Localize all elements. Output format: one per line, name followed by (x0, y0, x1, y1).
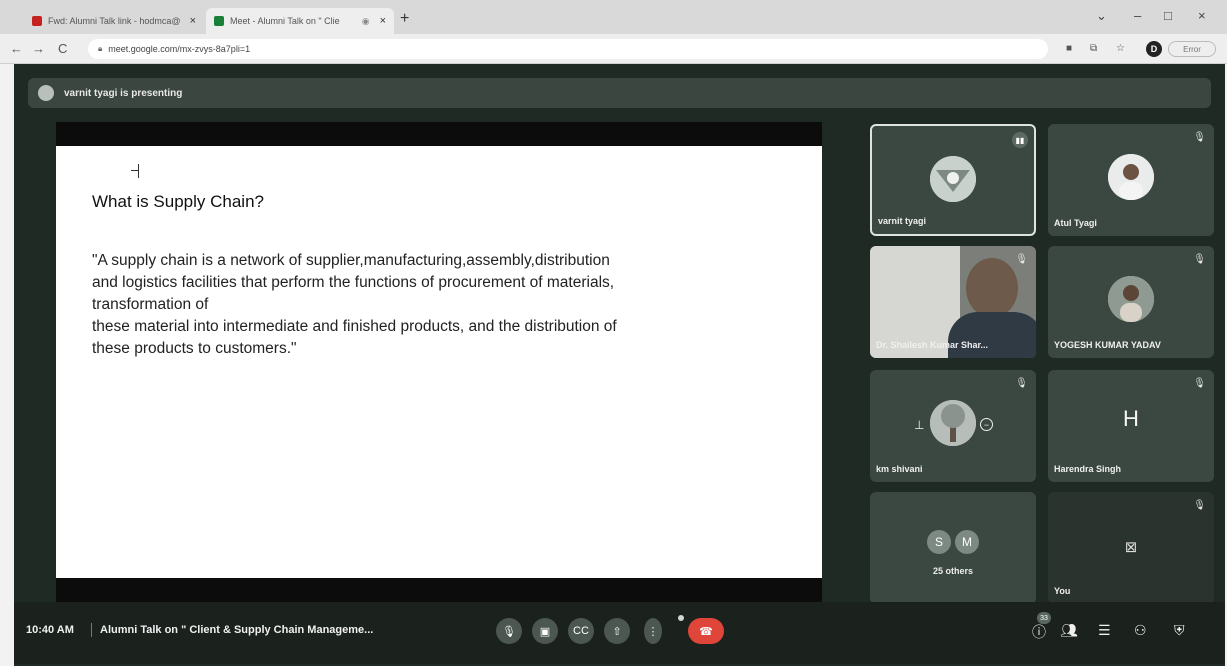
participant-tile-shailesh[interactable]: 🎙︎ Dr. Shailesh Kumar Shar... (870, 246, 1036, 358)
gmail-favicon-icon (32, 16, 42, 26)
presentation-stage[interactable]: What is Supply Chain? "A supply chain is… (56, 122, 822, 602)
presenter-avatar (38, 85, 54, 101)
mic-off-icon: 🎙︎ (1193, 132, 1206, 143)
participant-tile-harendra[interactable]: H 🎙︎ Harendra Singh (1048, 370, 1214, 482)
meet-window: varnit tyagi is presenting What is Suppl… (14, 64, 1225, 666)
divider (91, 623, 92, 637)
recording-indicator-icon: ◉ (361, 15, 370, 26)
participant-name: km shivani (876, 464, 923, 474)
key-icon[interactable]: ■ (1066, 43, 1072, 54)
browser-tab-meet[interactable]: Meet - Alumni Talk on " Clie ◉ × (206, 8, 394, 34)
avatar (1108, 154, 1154, 200)
tab-close-icon[interactable]: × (190, 15, 196, 27)
others-count: 25 others (932, 566, 974, 576)
meet-favicon-icon (214, 16, 224, 26)
avatar: M (955, 530, 979, 554)
presenting-banner: varnit tyagi is presenting (28, 78, 1211, 108)
lock-icon: 🔒︎ (98, 44, 103, 53)
avatar (930, 156, 976, 202)
pin-icon[interactable]: ⊥ (914, 418, 924, 432)
close-window-button[interactable]: × (1198, 8, 1206, 23)
participant-name: You (1054, 586, 1071, 596)
captions-button[interactable]: CC (568, 618, 594, 644)
new-tab-button[interactable]: + (400, 10, 409, 28)
forward-button[interactable]: → (32, 41, 45, 56)
participant-name: YOGESH KUMAR YADAV (1054, 340, 1161, 350)
participant-tile-shivani[interactable]: ⊥ − 🎙︎ km shivani (870, 370, 1036, 482)
slide-body: "A supply chain is a network of supplier… (92, 250, 792, 360)
presenting-text: varnit tyagi is presenting (64, 87, 183, 99)
bookmark-star-icon[interactable]: ☆ (1116, 43, 1125, 54)
microphone-button[interactable]: 🎙︎ (496, 618, 522, 644)
url-text: meet.google.com/mx-zvys-8a7pli=1 (108, 44, 251, 54)
back-button[interactable]: ← (10, 41, 23, 56)
more-options-button[interactable]: ⋮ (644, 618, 662, 644)
tab-search-icon[interactable]: ⌄ (1096, 8, 1107, 24)
participant-initial: H (1123, 406, 1139, 431)
people-icon[interactable]: 👥︎ (1060, 622, 1078, 639)
url-input[interactable]: 🔒︎ meet.google.com/mx-zvys-8a7pli=1 (88, 39, 1048, 59)
avatar (1108, 276, 1154, 322)
mic-off-icon: 🎙︎ (1015, 254, 1028, 265)
others-tile[interactable]: S M 25 others (870, 492, 1036, 604)
participant-name: varnit tyagi (878, 216, 927, 226)
participant-name: Harendra Singh (1054, 464, 1122, 474)
browser-tab-strip: Fwd: Alumni Talk link - hodmca@ × Meet -… (0, 0, 1227, 34)
hang-up-icon: ☎ (699, 625, 713, 638)
slide-line: and logistics facilities that perform th… (92, 274, 615, 291)
participant-tile-yogesh[interactable]: 🎙︎ YOGESH KUMAR YADAV (1048, 246, 1214, 358)
clock-time: 10:40 AM (26, 624, 74, 636)
slide-line: these products to customers." (92, 340, 297, 357)
more-vert-icon: ⋮ (647, 625, 659, 638)
camera-icon: ▣ (539, 625, 551, 638)
others-avatars: S M (870, 530, 1036, 554)
leave-call-button[interactable]: ☎ (688, 618, 724, 644)
slide-line: these material into intermediate and fin… (92, 318, 617, 335)
minimize-button[interactable]: – (1134, 8, 1141, 23)
participant-tile-you[interactable]: 🎙︎ ⊠ You (1048, 492, 1214, 604)
mic-off-icon: 🎙︎ (502, 625, 516, 638)
participant-tile-varnit[interactable]: ▮▮ varnit tyagi (870, 124, 1036, 236)
text-cursor-icon (131, 164, 148, 178)
profile-avatar[interactable]: D (1146, 41, 1162, 57)
activities-icon[interactable]: ⚇ (1134, 622, 1147, 639)
meet-control-bar: 10:40 AM Alumni Talk on " Client & Suppl… (14, 602, 1225, 664)
restore-button[interactable]: □ (1164, 8, 1172, 23)
reload-button[interactable]: C (58, 41, 67, 56)
camera-off-icon: ⊠ (1124, 539, 1138, 556)
share-icon[interactable]: ⧉ (1090, 43, 1097, 54)
host-controls-icon[interactable]: ⛨ (1174, 622, 1185, 639)
remove-icon[interactable]: − (980, 418, 993, 431)
captions-icon: CC (573, 625, 589, 637)
slide: What is Supply Chain? "A supply chain is… (56, 146, 822, 578)
tab-close-icon[interactable]: × (380, 15, 386, 27)
mic-off-icon: 🎙︎ (1193, 500, 1206, 511)
participant-count-badge: 33 (1037, 612, 1051, 624)
participant-tile-atul[interactable]: 🎙︎ Atul Tyagi (1048, 124, 1214, 236)
speaking-indicator-icon: ▮▮ (1012, 132, 1028, 148)
meeting-title: Alumni Talk on " Client & Supply Chain M… (100, 624, 374, 636)
avatar (930, 400, 976, 446)
tab-title: Meet - Alumni Talk on " Clie (230, 16, 340, 26)
error-button[interactable]: Error (1168, 41, 1216, 57)
present-button[interactable]: ⇧ (604, 618, 630, 644)
mic-off-icon: 🎙︎ (1193, 378, 1206, 389)
browser-address-bar: ← → C 🔒︎ meet.google.com/mx-zvys-8a7pli=… (0, 34, 1227, 64)
camera-button[interactable]: ▣ (532, 618, 558, 644)
slide-title: What is Supply Chain? (92, 192, 264, 211)
avatar: S (927, 530, 951, 554)
slide-line: "A supply chain is a network of supplier… (92, 252, 610, 269)
participant-name: Atul Tyagi (1054, 218, 1097, 228)
chat-icon[interactable]: ☰ (1098, 622, 1111, 639)
mic-off-icon: 🎙︎ (1193, 254, 1206, 265)
present-screen-icon: ⇧ (612, 625, 622, 638)
slide-line: transformation of (92, 296, 209, 313)
info-icon[interactable]: ⓘ (1032, 622, 1046, 642)
notification-dot (678, 615, 684, 621)
browser-tab-gmail[interactable]: Fwd: Alumni Talk link - hodmca@ × (24, 8, 204, 34)
participant-name: Dr. Shailesh Kumar Shar... (876, 340, 989, 350)
tab-title: Fwd: Alumni Talk link - hodmca@ (48, 16, 181, 26)
mic-off-icon: 🎙︎ (1015, 378, 1028, 389)
